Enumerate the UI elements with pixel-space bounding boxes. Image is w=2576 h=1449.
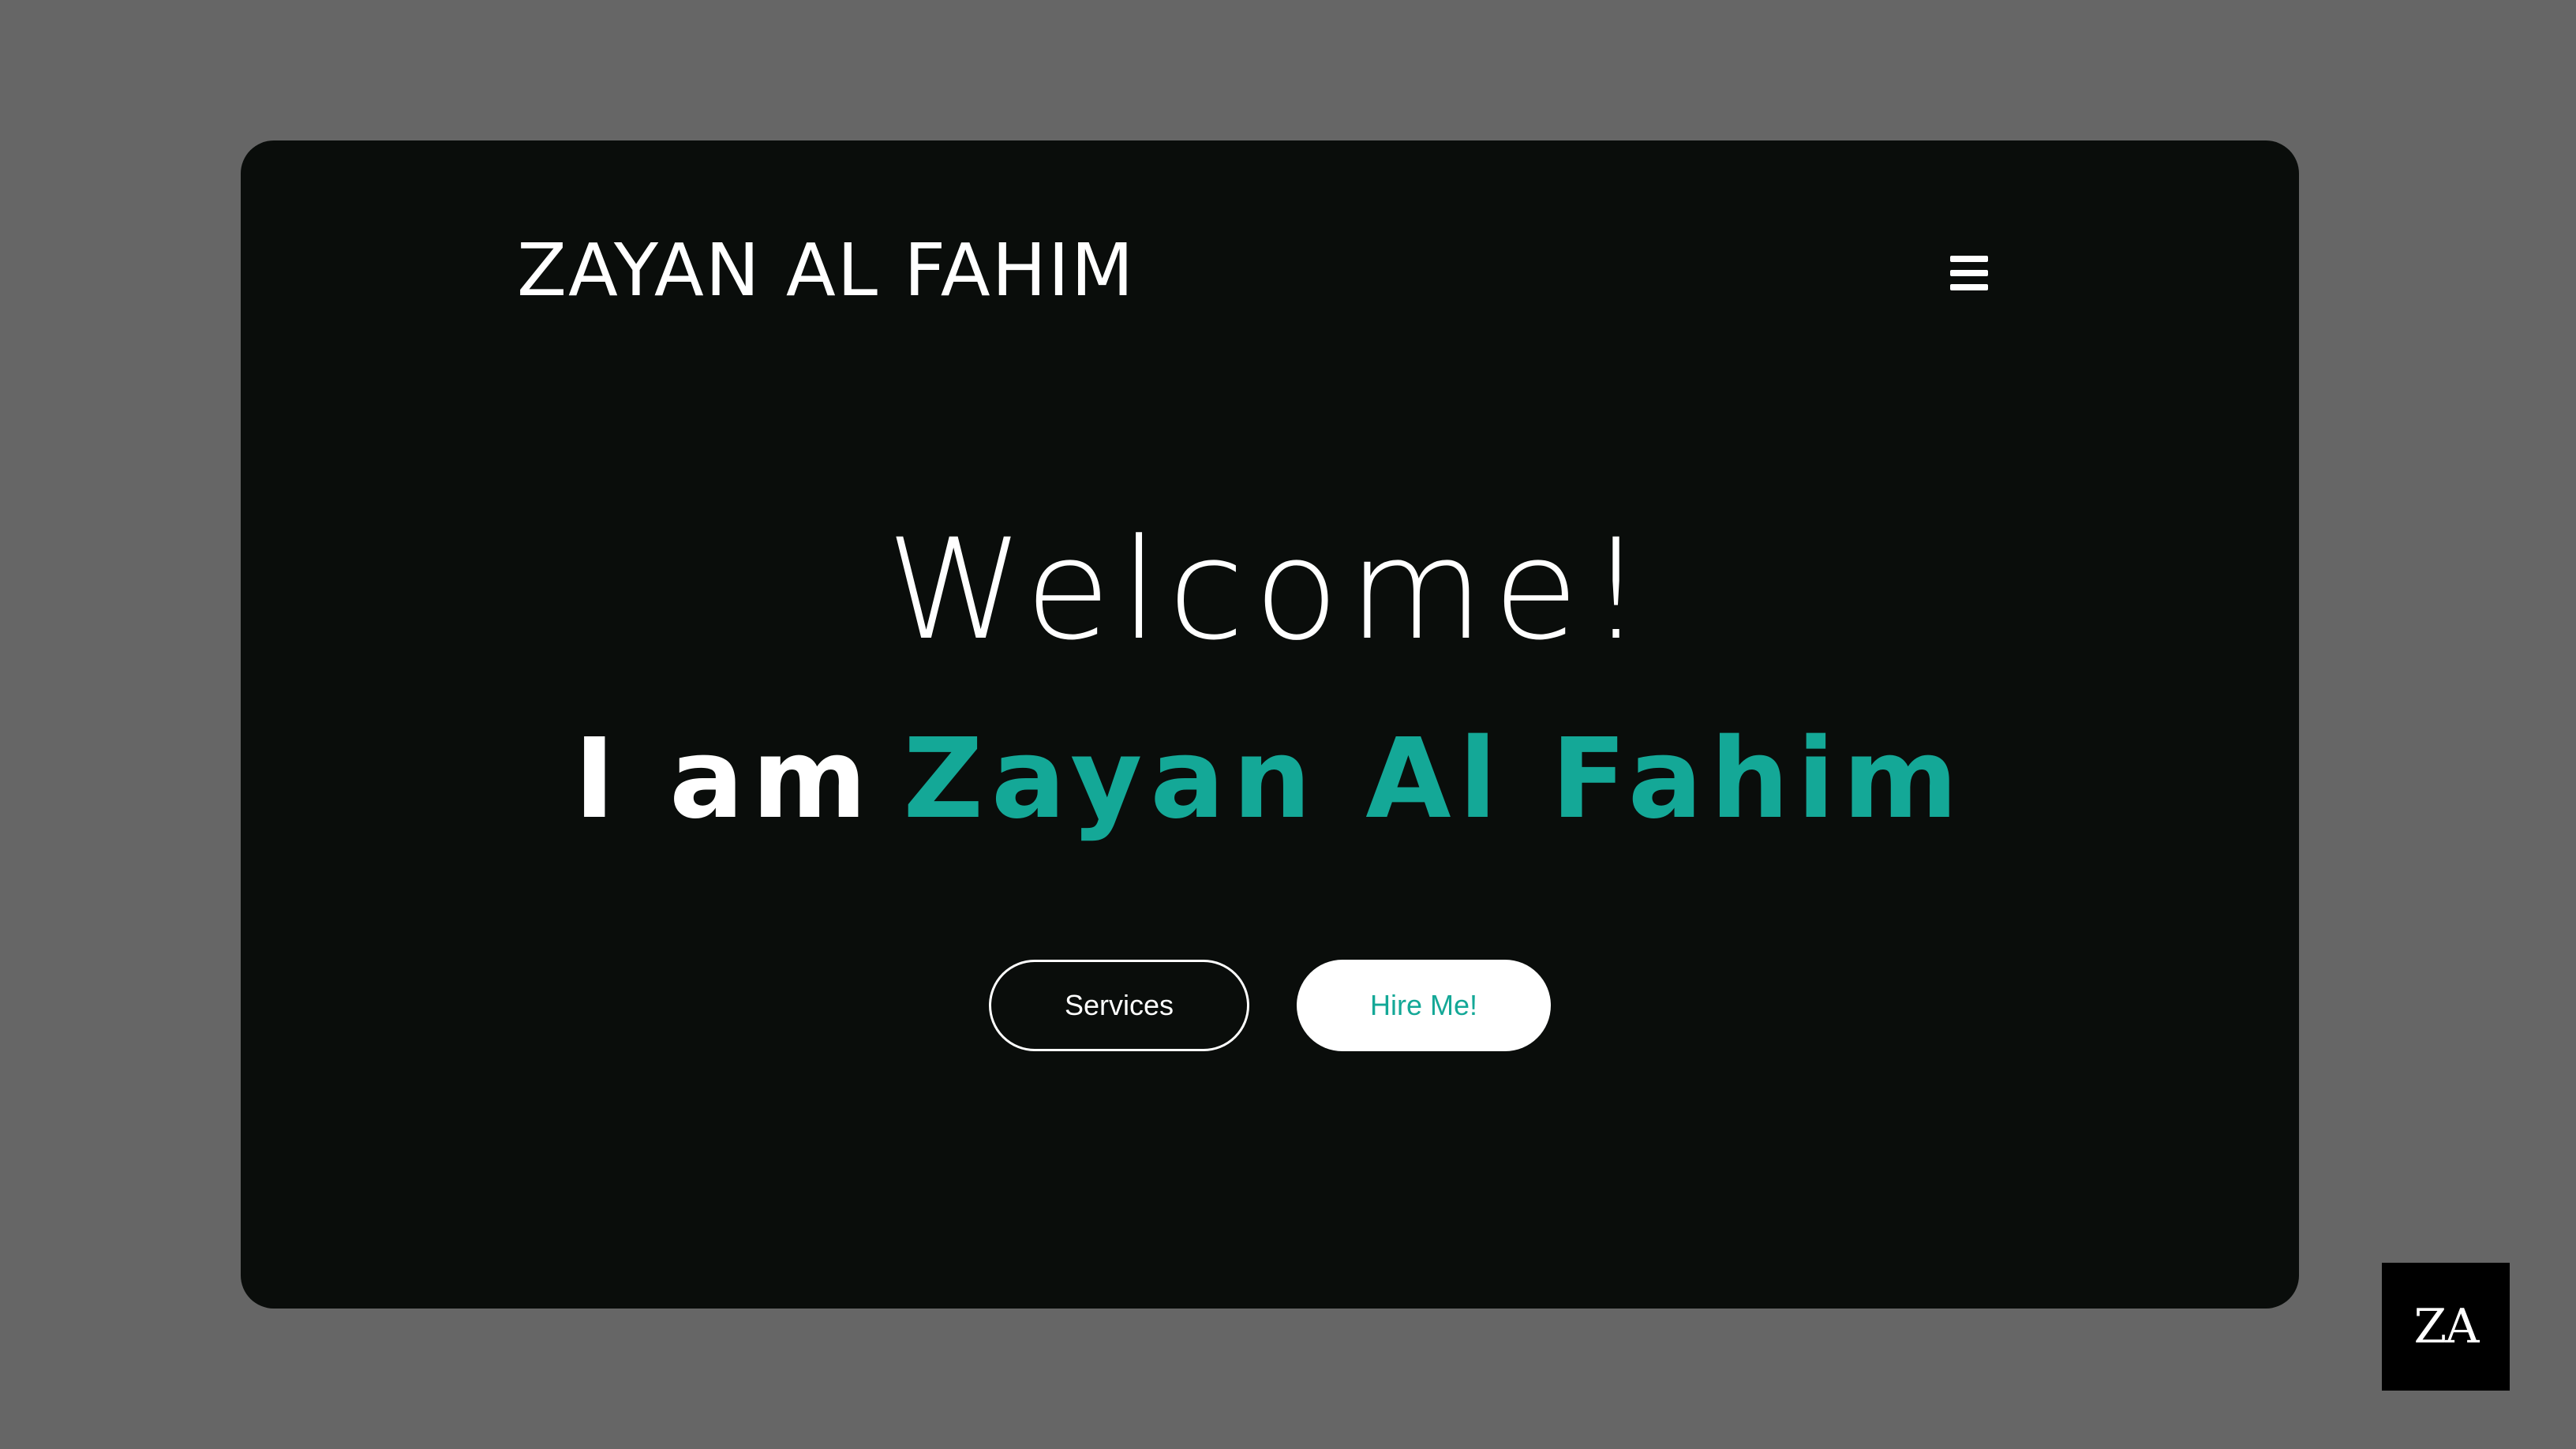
menu-bar [1950,256,1988,262]
hero-actions: Services Hire Me! [241,960,2299,1051]
watermark-logo-text: ZA [2413,1299,2479,1354]
hero-card: ZAYAN AL FAHIM Welcome! I am Zayan Al Fah… [241,140,2299,1309]
hire-me-button[interactable]: Hire Me! [1297,960,1551,1051]
site-brand[interactable]: ZAYAN AL FAHIM [517,219,1135,322]
menu-bar [1950,270,1988,276]
welcome-heading: Welcome! [886,509,1653,671]
services-button[interactable]: Services [989,960,1249,1051]
hamburger-menu-icon[interactable] [1944,248,1994,298]
menu-bar [1950,284,1988,290]
intro-heading: I am Zayan Al Fahim [241,701,2299,859]
watermark-logo: ZA [2382,1263,2510,1391]
intro-name: Zayan Al Fahim [903,715,1966,844]
intro-prefix: I am [574,715,875,844]
